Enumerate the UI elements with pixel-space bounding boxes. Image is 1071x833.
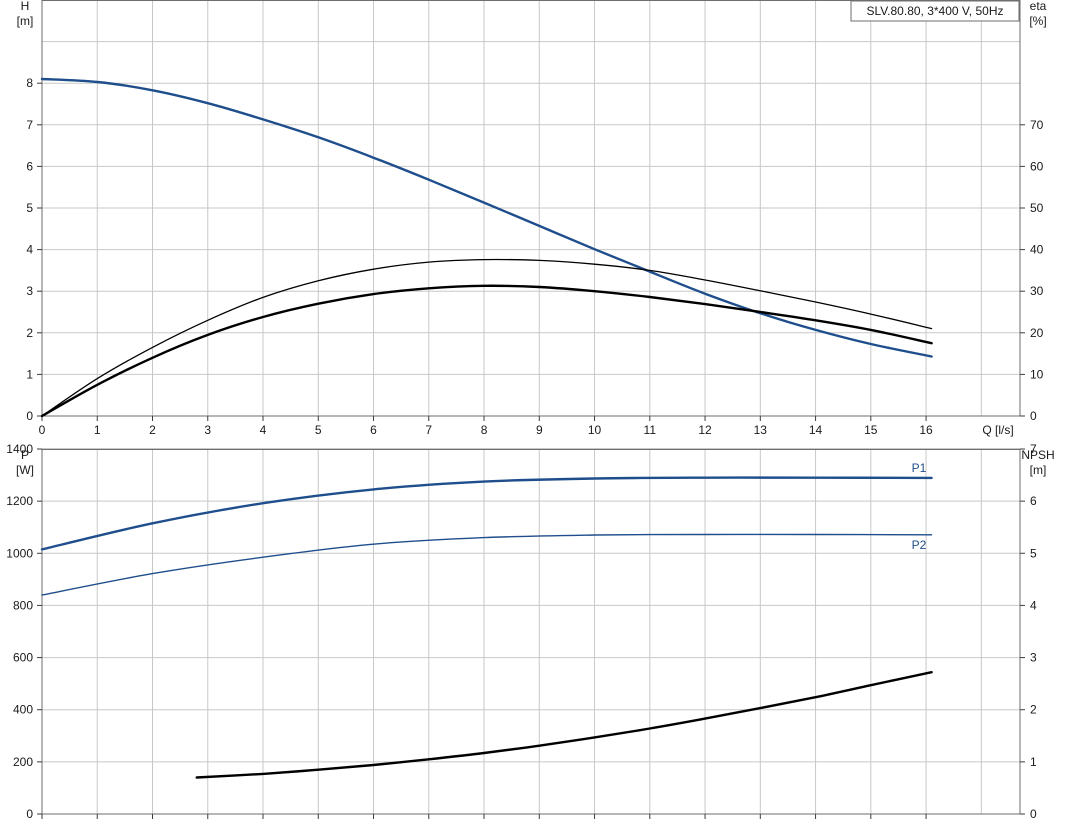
x-tick-label: 0	[39, 423, 46, 437]
x-tick-label: 7	[425, 423, 432, 437]
y-right-tick-label: 6	[1030, 494, 1037, 508]
y-left-tick-label: 6	[26, 159, 33, 173]
series-line-1-2	[41, 258, 933, 417]
y-left-tick-label: 1200	[6, 494, 33, 508]
y-right-tick-label: 1	[1030, 755, 1037, 769]
y-left-tick-label: 600	[13, 651, 33, 665]
y-left-tick-label: 0	[26, 807, 33, 821]
x-tick-label: 2	[149, 423, 156, 437]
y-left-tick-label: 1000	[6, 546, 33, 560]
y-right-axis-title: [%]	[1029, 14, 1046, 28]
x-tick-label: 6	[370, 423, 377, 437]
series-line-1-1	[40, 77, 933, 358]
y-left-tick-label: 8	[26, 76, 33, 90]
x-tick-label: 4	[260, 423, 267, 437]
y-right-tick-label: 70	[1030, 118, 1044, 132]
y-left-tick-label: 0	[26, 409, 33, 423]
chart-panel-2: 020040060080010001200140001234567P[W]NPS…	[6, 442, 1054, 821]
series-label-p2: P2	[912, 538, 927, 552]
series-line-2-2	[41, 533, 933, 596]
y-left-tick-label: 200	[13, 755, 33, 769]
y-left-tick-label: 4	[26, 243, 33, 257]
y-right-tick-label: 4	[1030, 598, 1037, 612]
x-tick-label: 12	[698, 423, 712, 437]
y-left-tick-label: 1	[26, 367, 33, 381]
series-label-p1: P1	[912, 461, 927, 475]
y-right-tick-label: 30	[1030, 284, 1044, 298]
x-tick-label: 14	[809, 423, 823, 437]
x-axis-title: Q [l/s]	[982, 423, 1013, 437]
y-left-tick-label: 3	[26, 284, 33, 298]
chart-panel-1: 0 1 2 3 4 5 6 7 8 9 10 11 12 13 14 15 160123456780102030…	[17, 0, 1047, 437]
y-right-tick-label: 10	[1030, 367, 1044, 381]
series-line-1-3	[40, 284, 933, 418]
chart-title: SLV.80.80, 3*400 V, 50Hz	[866, 4, 1003, 18]
chart-title-box: SLV.80.80, 3*400 V, 50Hz	[850, 0, 1020, 22]
y-right-tick-label: 2	[1030, 703, 1037, 717]
x-tick-label: 15	[864, 423, 878, 437]
y-right-tick-label: 0	[1030, 409, 1037, 423]
y-right-axis-title: [m]	[1030, 463, 1047, 477]
y-left-tick-label: 5	[26, 201, 33, 215]
y-left-tick-label: 400	[13, 703, 33, 717]
y-right-tick-label: 60	[1030, 159, 1044, 173]
x-tick-label: 16	[919, 423, 933, 437]
series-line-2-1	[40, 476, 933, 551]
x-tick-label: 1	[94, 423, 101, 437]
plot-frame	[41, 449, 1021, 815]
y-right-axis-title: NPSH	[1021, 448, 1054, 462]
y-left-tick-label: 1400	[6, 442, 33, 456]
y-right-tick-label: 0	[1030, 807, 1037, 821]
x-tick-label: 5	[315, 423, 322, 437]
y-left-tick-label: 800	[13, 598, 33, 612]
x-tick-label: 9	[536, 423, 543, 437]
y-left-axis-title: P	[21, 448, 29, 462]
x-tick-label: 11	[644, 423, 657, 437]
x-tick-label: 3	[204, 423, 211, 437]
y-right-tick-label: 20	[1030, 326, 1044, 340]
y-left-tick-label: 7	[26, 118, 33, 132]
y-right-tick-label: 50	[1030, 201, 1044, 215]
x-tick-label: 10	[588, 423, 602, 437]
y-left-axis-title: [W]	[16, 463, 34, 477]
x-tick-label: 8	[481, 423, 488, 437]
x-tick-label: 13	[754, 423, 768, 437]
y-left-axis-title: [m]	[17, 14, 34, 28]
y-left-tick-label: 2	[26, 326, 33, 340]
y-right-tick-label: 3	[1030, 651, 1037, 665]
y-left-axis-title: H	[21, 0, 30, 13]
y-right-tick-label: 5	[1030, 546, 1037, 560]
y-right-axis-title: eta	[1030, 0, 1047, 13]
y-right-tick-label: 40	[1030, 243, 1044, 257]
pump-performance-chart: 0 1 2 3 4 5 6 7 8 9 10 11 12 13 14 15 160123456780102030…	[6, 0, 1055, 821]
